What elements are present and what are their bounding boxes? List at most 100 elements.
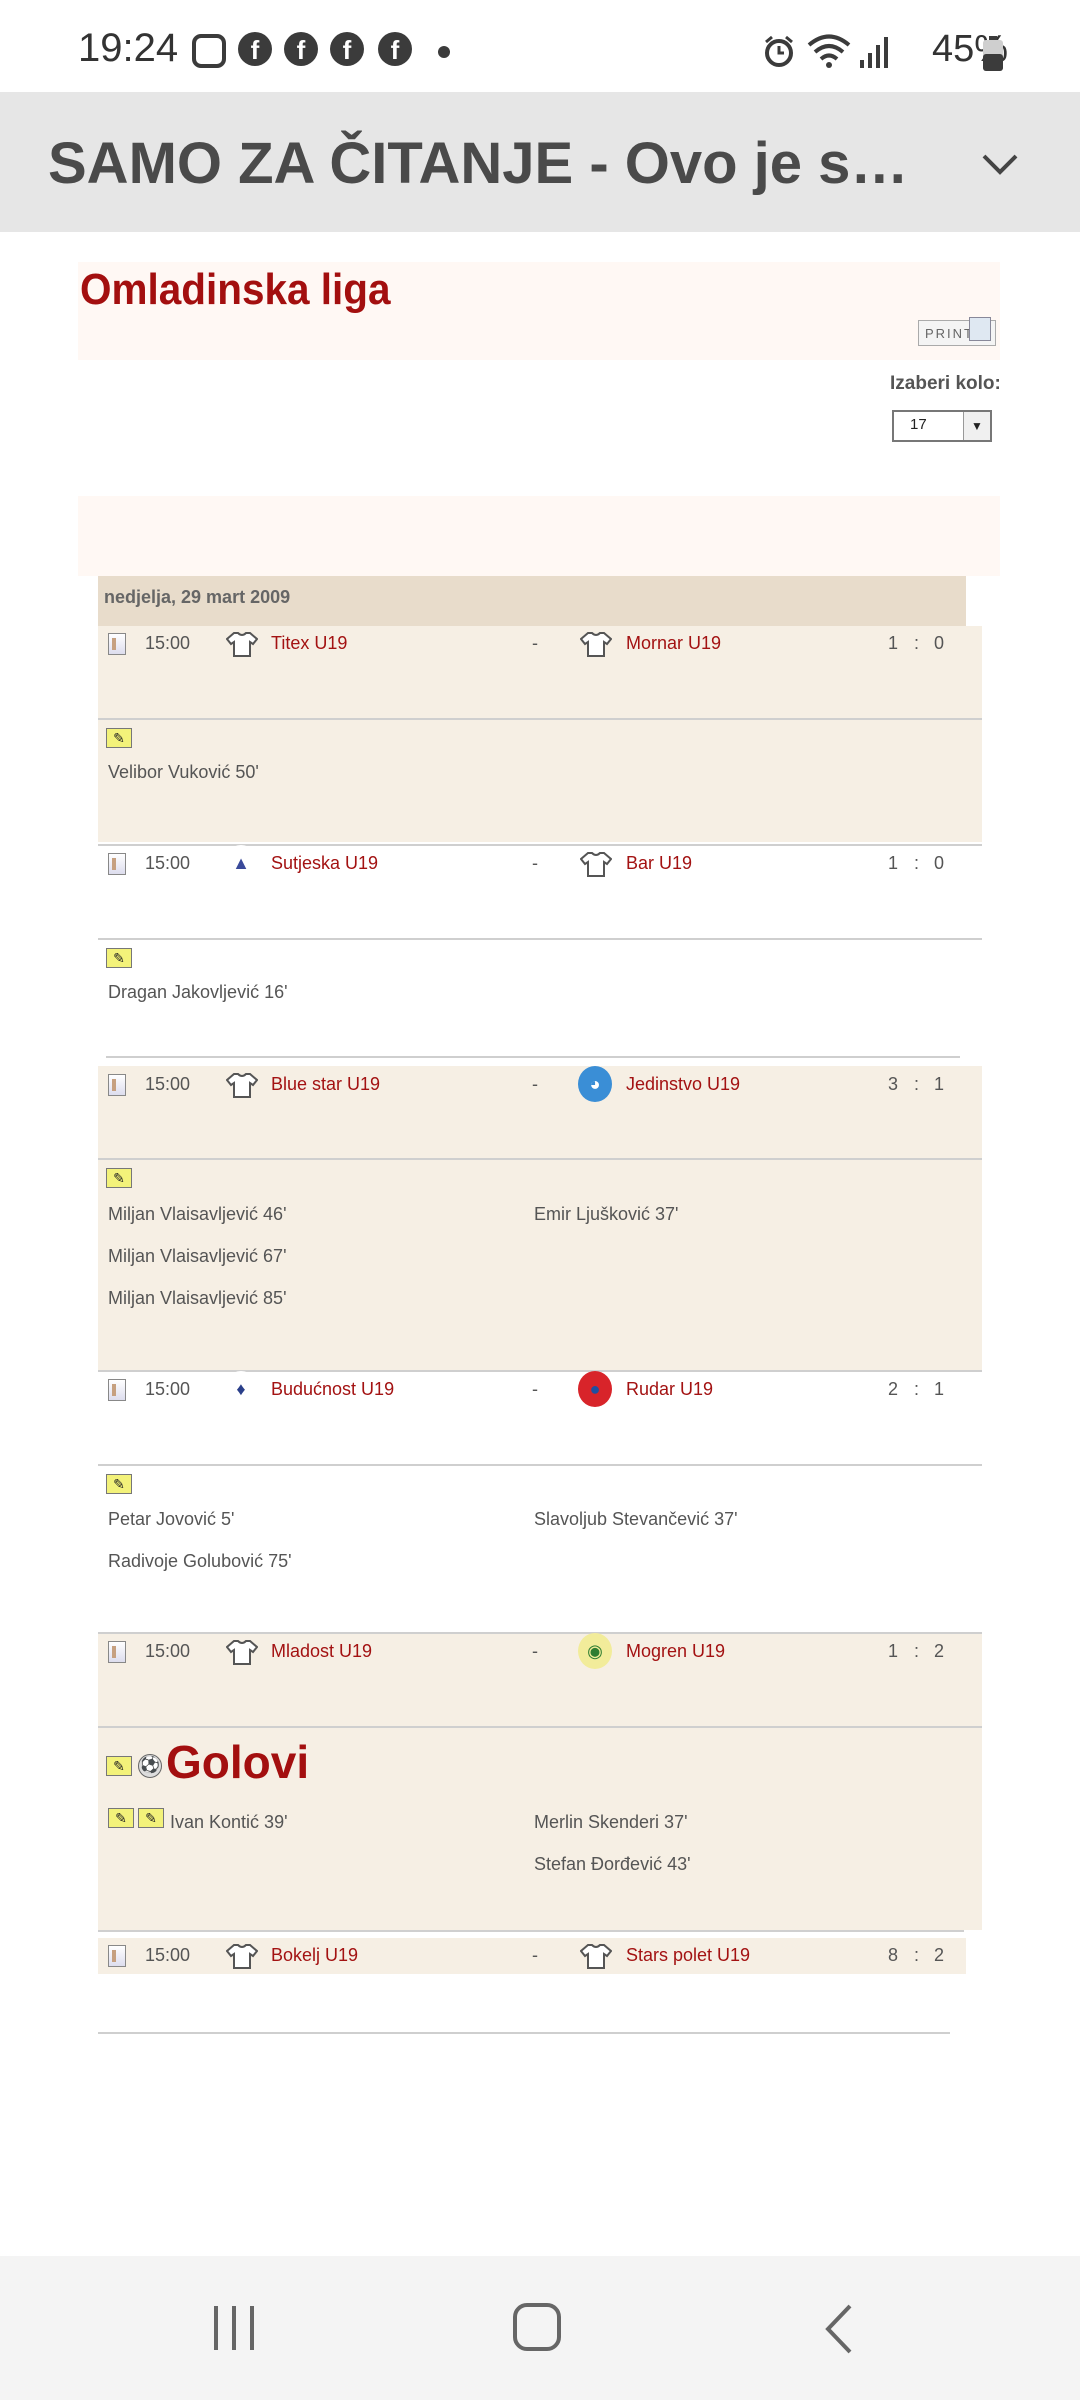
match-band [98,626,982,842]
home-team-link[interactable]: Bokelj U19 [271,1945,358,1966]
match-report-icon[interactable] [108,633,126,655]
status-time: 19:24 [78,26,179,70]
divider [98,844,982,846]
match-report-icon[interactable] [108,1945,126,1967]
team-shirt-icon [579,1943,613,1969]
away-scorer: Merlin Skenderi 37' [534,1812,688,1832]
yellow-card-icon: ✎ [108,1808,134,1828]
divider [98,1930,964,1932]
team-crest-icon: ▲ [224,845,258,881]
match-time: 15:00 [145,1945,191,1965]
away-team-link[interactable]: Bar U19 [626,853,692,874]
home-score: 1 [888,1641,899,1661]
home-icon[interactable] [512,2302,562,2352]
goals-heading: Golovi [166,1736,310,1788]
divider [98,718,982,720]
away-team-link[interactable]: Mogren U19 [626,1641,725,1662]
home-team-link[interactable]: Budućnost U19 [271,1379,394,1400]
divider [106,1056,960,1058]
match-report-icon[interactable] [108,1379,126,1401]
match-time: 15:00 [145,853,191,873]
match-report-icon[interactable] [108,1074,126,1096]
match-separator: - [532,1945,538,1965]
divider [98,1158,982,1160]
away-score: 1 [934,1379,945,1399]
yellow-card-icon: ✎ [106,1474,132,1494]
home-scorer: Velibor Vuković 50' [108,762,259,782]
match-report-icon[interactable] [108,853,126,875]
team-shirt-icon [579,631,613,657]
away-team-link[interactable]: Stars polet U19 [626,1945,750,1966]
match-time: 15:00 [145,1074,191,1094]
signal-icon [860,37,888,68]
away-scorer: Slavoljub Stevančević 37' [534,1509,738,1529]
away-team-link[interactable]: Mornar U19 [626,633,721,654]
read-only-header[interactable]: SAMO ZA ČITANJE - Ovo je s… [0,92,1080,232]
instagram-icon [192,34,226,68]
chevron-down-icon[interactable] [980,144,1020,184]
divider [98,2032,950,2034]
away-team-link[interactable]: Rudar U19 [626,1379,713,1400]
match-date: nedjelja, 29 mart 2009 [104,587,291,607]
home-scorer: Radivoje Golubović 75' [108,1551,292,1571]
team-crest-icon: ● [578,1371,612,1407]
match-time: 15:00 [145,1641,191,1661]
team-crest-icon: ◕ [578,1066,612,1102]
team-shirt-icon [225,1943,259,1969]
home-team-link[interactable]: Sutjeska U19 [271,853,378,874]
home-team-link[interactable]: Titex U19 [271,633,347,654]
match-separator: - [532,1379,538,1399]
divider [98,1726,982,1728]
match-separator: - [532,1641,538,1661]
away-score: 1 [934,1074,945,1094]
match-separator: - [532,633,538,653]
home-team-link[interactable]: Blue star U19 [271,1074,380,1095]
team-crest-icon: ◉ [578,1633,612,1669]
yellow-card-icon: ✎ [106,1756,132,1776]
facebook-icon: f [330,32,364,66]
away-scorer: Stefan Đorđević 43' [534,1854,691,1874]
team-shirt-icon [579,851,613,877]
home-score: 2 [888,1379,899,1399]
divider [98,1464,982,1466]
navigation-bar [0,2256,1080,2400]
away-score: 0 [934,853,945,873]
team-shirt-icon [225,631,259,657]
away-team-link[interactable]: Jedinstvo U19 [626,1074,740,1095]
recent-apps-icon[interactable] [210,2304,258,2352]
round-label: Izaberi kolo: [890,373,1001,394]
more-notifications-icon [438,46,450,58]
home-score: 1 [888,853,899,873]
score-colon: : [914,1641,920,1661]
alarm-icon [765,35,793,67]
battery-icon [983,36,1003,71]
team-shirt-icon [225,1072,259,1098]
dropdown-arrow-icon[interactable]: ▼ [963,412,990,440]
back-icon[interactable] [822,2302,856,2356]
divider [98,938,982,940]
home-score: 3 [888,1074,899,1094]
home-scorer: Dragan Jakovljević 16' [108,982,288,1002]
score-colon: : [914,633,920,653]
home-score: 8 [888,1945,899,1965]
facebook-icon: f [378,32,412,66]
home-scorer: Miljan Vlaisavljević 46' [108,1204,287,1224]
facebook-icon: f [238,32,272,66]
wifi-icon [807,34,851,68]
away-scorer: Emir Ljušković 37' [534,1204,679,1224]
away-score: 2 [934,1945,945,1965]
home-scorer: Miljan Vlaisavljević 85' [108,1288,287,1308]
match-report-icon[interactable] [108,1641,126,1663]
round-select[interactable]: 17 ▼ [892,410,992,442]
divider [98,1370,982,1372]
header-title: SAMO ZA ČITANJE - Ovo je s… [48,131,909,196]
print-button[interactable]: PRINT [918,317,996,346]
yellow-card-icon: ✎ [106,728,132,748]
match-separator: - [532,1074,538,1094]
page-title: Omladinska liga [80,265,391,314]
yellow-card-icon: ✎ [106,1168,132,1188]
home-team-link[interactable]: Mladost U19 [271,1641,372,1662]
yellow-card-icon: ✎ [138,1808,164,1828]
score-colon: : [914,1074,920,1094]
print-label: PRINT [925,326,974,341]
